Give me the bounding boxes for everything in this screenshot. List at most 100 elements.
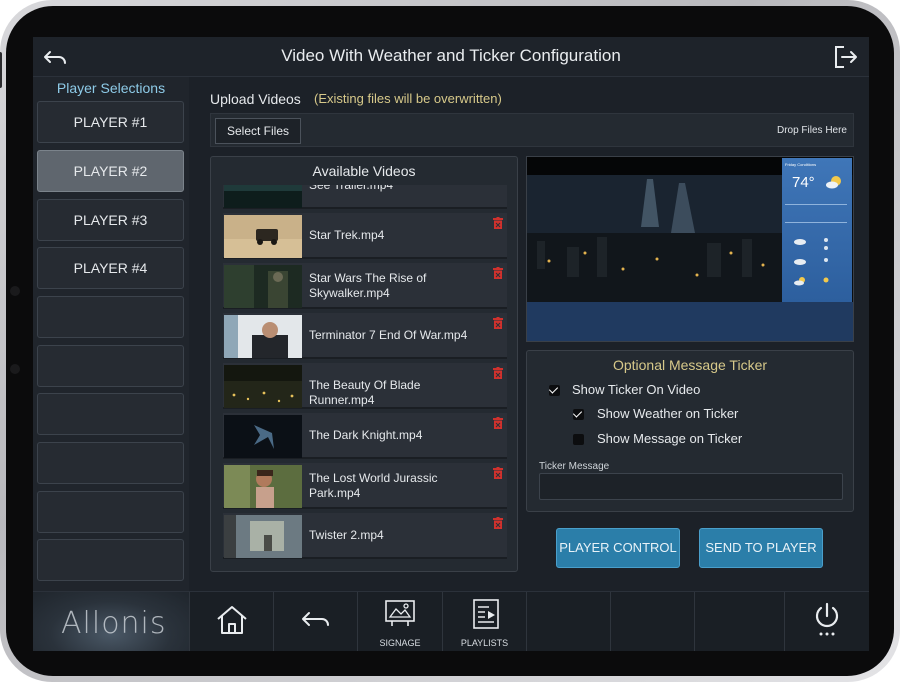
available-videos-title: Available Videos xyxy=(312,163,416,179)
show-weather-label[interactable]: Show Weather on Ticker xyxy=(597,406,738,421)
drop-files-text: Drop Files Here xyxy=(776,125,847,136)
player-slot-9-button[interactable] xyxy=(37,491,184,533)
video-item[interactable]: Twister 2.mp4 xyxy=(223,513,507,559)
player-slot-10-button[interactable] xyxy=(37,539,184,581)
player-slot-6-button[interactable] xyxy=(37,345,184,387)
playlists-icon xyxy=(473,599,499,629)
player-1-button[interactable]: PLAYER #1 xyxy=(37,101,184,143)
video-name: Twister 2.mp4 xyxy=(309,528,384,542)
main-content: Upload Videos (Existing files will be ov… xyxy=(193,77,869,591)
video-thumbnail xyxy=(224,185,302,208)
video-item[interactable]: Star Trek.mp4 xyxy=(223,213,507,259)
sensor-dot xyxy=(10,364,20,374)
player-control-button[interactable]: PLAYER CONTROL xyxy=(556,528,680,568)
video-name: Star Trek.mp4 xyxy=(309,228,385,242)
video-item[interactable]: The Lost World Jurassic Park.mp4 xyxy=(223,463,507,509)
weather-overlay: Friday Conditions 74° xyxy=(782,158,852,302)
checkmark-icon xyxy=(572,408,583,418)
ticker-message-label: Ticker Message xyxy=(539,461,610,472)
video-name: The Beauty Of Blade Runner.mp4 xyxy=(309,378,421,407)
trash-icon[interactable] xyxy=(493,417,503,429)
player-slot-7-button[interactable] xyxy=(37,393,184,435)
trash-icon[interactable] xyxy=(493,267,503,279)
logout-icon[interactable] xyxy=(831,43,859,71)
upload-videos-label: Upload Videos xyxy=(210,91,301,107)
player-3-button[interactable]: PLAYER #3 xyxy=(37,199,184,241)
camera-dot xyxy=(10,286,20,296)
show-message-label[interactable]: Show Message on Ticker xyxy=(597,431,742,446)
message-ticker-panel: Optional Message Ticker Show Ticker On V… xyxy=(526,350,854,512)
home-button[interactable] xyxy=(189,592,274,651)
forecast-rows xyxy=(794,238,829,286)
file-drop-zone[interactable]: Select Files Drop Files Here xyxy=(210,113,854,147)
video-list[interactable]: See Trailer.mp4 Star Trek.mp4 Star Wars … xyxy=(223,185,507,563)
video-thumbnail xyxy=(224,365,302,408)
available-videos-panel: Available Videos See Trailer.mp4 Star Tr… xyxy=(210,156,518,572)
ticker-title: Optional Message Ticker xyxy=(612,357,768,373)
video-preview: Friday Conditions 74° xyxy=(526,156,854,342)
video-item[interactable]: The Beauty Of Blade Runner.mp4 xyxy=(223,363,507,409)
trash-icon[interactable] xyxy=(493,467,503,479)
home-icon xyxy=(217,606,247,634)
player-selections-title: Player Selections xyxy=(56,80,166,96)
video-name: The Dark Knight.mp4 xyxy=(309,428,423,442)
video-thumbnail xyxy=(224,465,302,508)
trash-icon[interactable] xyxy=(493,217,503,229)
bottom-nav-bar: Allonis SIGNAGE PLAYLISTS xyxy=(33,591,869,651)
video-thumbnail xyxy=(224,215,302,258)
partly-cloudy-icon xyxy=(826,176,841,189)
upload-overwrite-note: (Existing files will be overwritten) xyxy=(314,91,502,106)
player-slot-5-button[interactable] xyxy=(37,296,184,338)
player-2-button[interactable]: PLAYER #2 xyxy=(37,150,184,192)
video-item[interactable]: See Trailer.mp4 xyxy=(223,185,507,209)
trash-icon[interactable] xyxy=(493,317,503,329)
signage-button[interactable]: SIGNAGE xyxy=(358,592,443,651)
header-bar: Video With Weather and Ticker Configurat… xyxy=(33,37,869,77)
checkmark-icon xyxy=(548,384,559,394)
video-item[interactable]: Star Wars The Rise of Skywalker.mp4 xyxy=(223,263,507,309)
weather-divider xyxy=(785,222,847,223)
trash-icon[interactable] xyxy=(493,517,503,529)
show-ticker-label[interactable]: Show Ticker On Video xyxy=(572,382,700,397)
video-thumbnail xyxy=(224,515,302,558)
allonis-logo: Allonis xyxy=(33,592,189,651)
power-icon xyxy=(815,602,839,636)
page-title: Video With Weather and Ticker Configurat… xyxy=(281,46,621,65)
video-item[interactable]: The Dark Knight.mp4 xyxy=(223,413,507,459)
player-selections-panel: Player Selections PLAYER #1 PLAYER #2 PL… xyxy=(33,77,189,591)
show-message-checkbox[interactable] xyxy=(573,434,584,445)
send-to-player-button[interactable]: SEND TO PLAYER xyxy=(699,528,823,568)
ticker-message-input[interactable] xyxy=(539,473,843,500)
video-thumbnail xyxy=(224,265,302,308)
select-files-button[interactable]: Select Files xyxy=(215,118,301,144)
player-4-button[interactable]: PLAYER #4 xyxy=(37,247,184,289)
power-button[interactable] xyxy=(785,592,869,651)
weather-conditions-label: Friday Conditions xyxy=(785,162,817,167)
signage-icon xyxy=(385,600,415,626)
show-weather-checkbox[interactable] xyxy=(572,408,584,420)
signage-label: SIGNAGE xyxy=(379,638,421,648)
nav-slot-empty[interactable] xyxy=(527,592,611,651)
logo-text: Allonis xyxy=(61,606,167,641)
volume-button xyxy=(0,52,2,88)
weather-temperature: 74° xyxy=(792,174,815,191)
weather-divider xyxy=(785,204,847,205)
trash-icon[interactable] xyxy=(493,367,503,379)
undo-icon xyxy=(302,612,329,626)
playlists-label: PLAYLISTS xyxy=(460,638,509,648)
undo-button[interactable] xyxy=(274,592,358,651)
app-screen: Video With Weather and Ticker Configurat… xyxy=(33,37,869,651)
player-slot-8-button[interactable] xyxy=(37,442,184,484)
video-name: Star Wars The Rise of Skywalker.mp4 xyxy=(309,271,427,300)
nav-slot-empty[interactable] xyxy=(611,592,695,651)
video-thumbnail xyxy=(224,315,302,358)
video-name: See Trailer.mp4 xyxy=(309,185,394,192)
nav-slot-empty[interactable] xyxy=(695,592,785,651)
show-ticker-checkbox[interactable] xyxy=(548,384,560,396)
video-thumbnail xyxy=(224,415,302,458)
video-name: Terminator 7 End Of War.mp4 xyxy=(309,328,468,342)
tablet-frame: Video With Weather and Ticker Configurat… xyxy=(0,0,900,682)
video-name: The Lost World Jurassic Park.mp4 xyxy=(309,471,438,500)
video-item[interactable]: Terminator 7 End Of War.mp4 xyxy=(223,313,507,359)
playlists-button[interactable]: PLAYLISTS xyxy=(443,592,527,651)
